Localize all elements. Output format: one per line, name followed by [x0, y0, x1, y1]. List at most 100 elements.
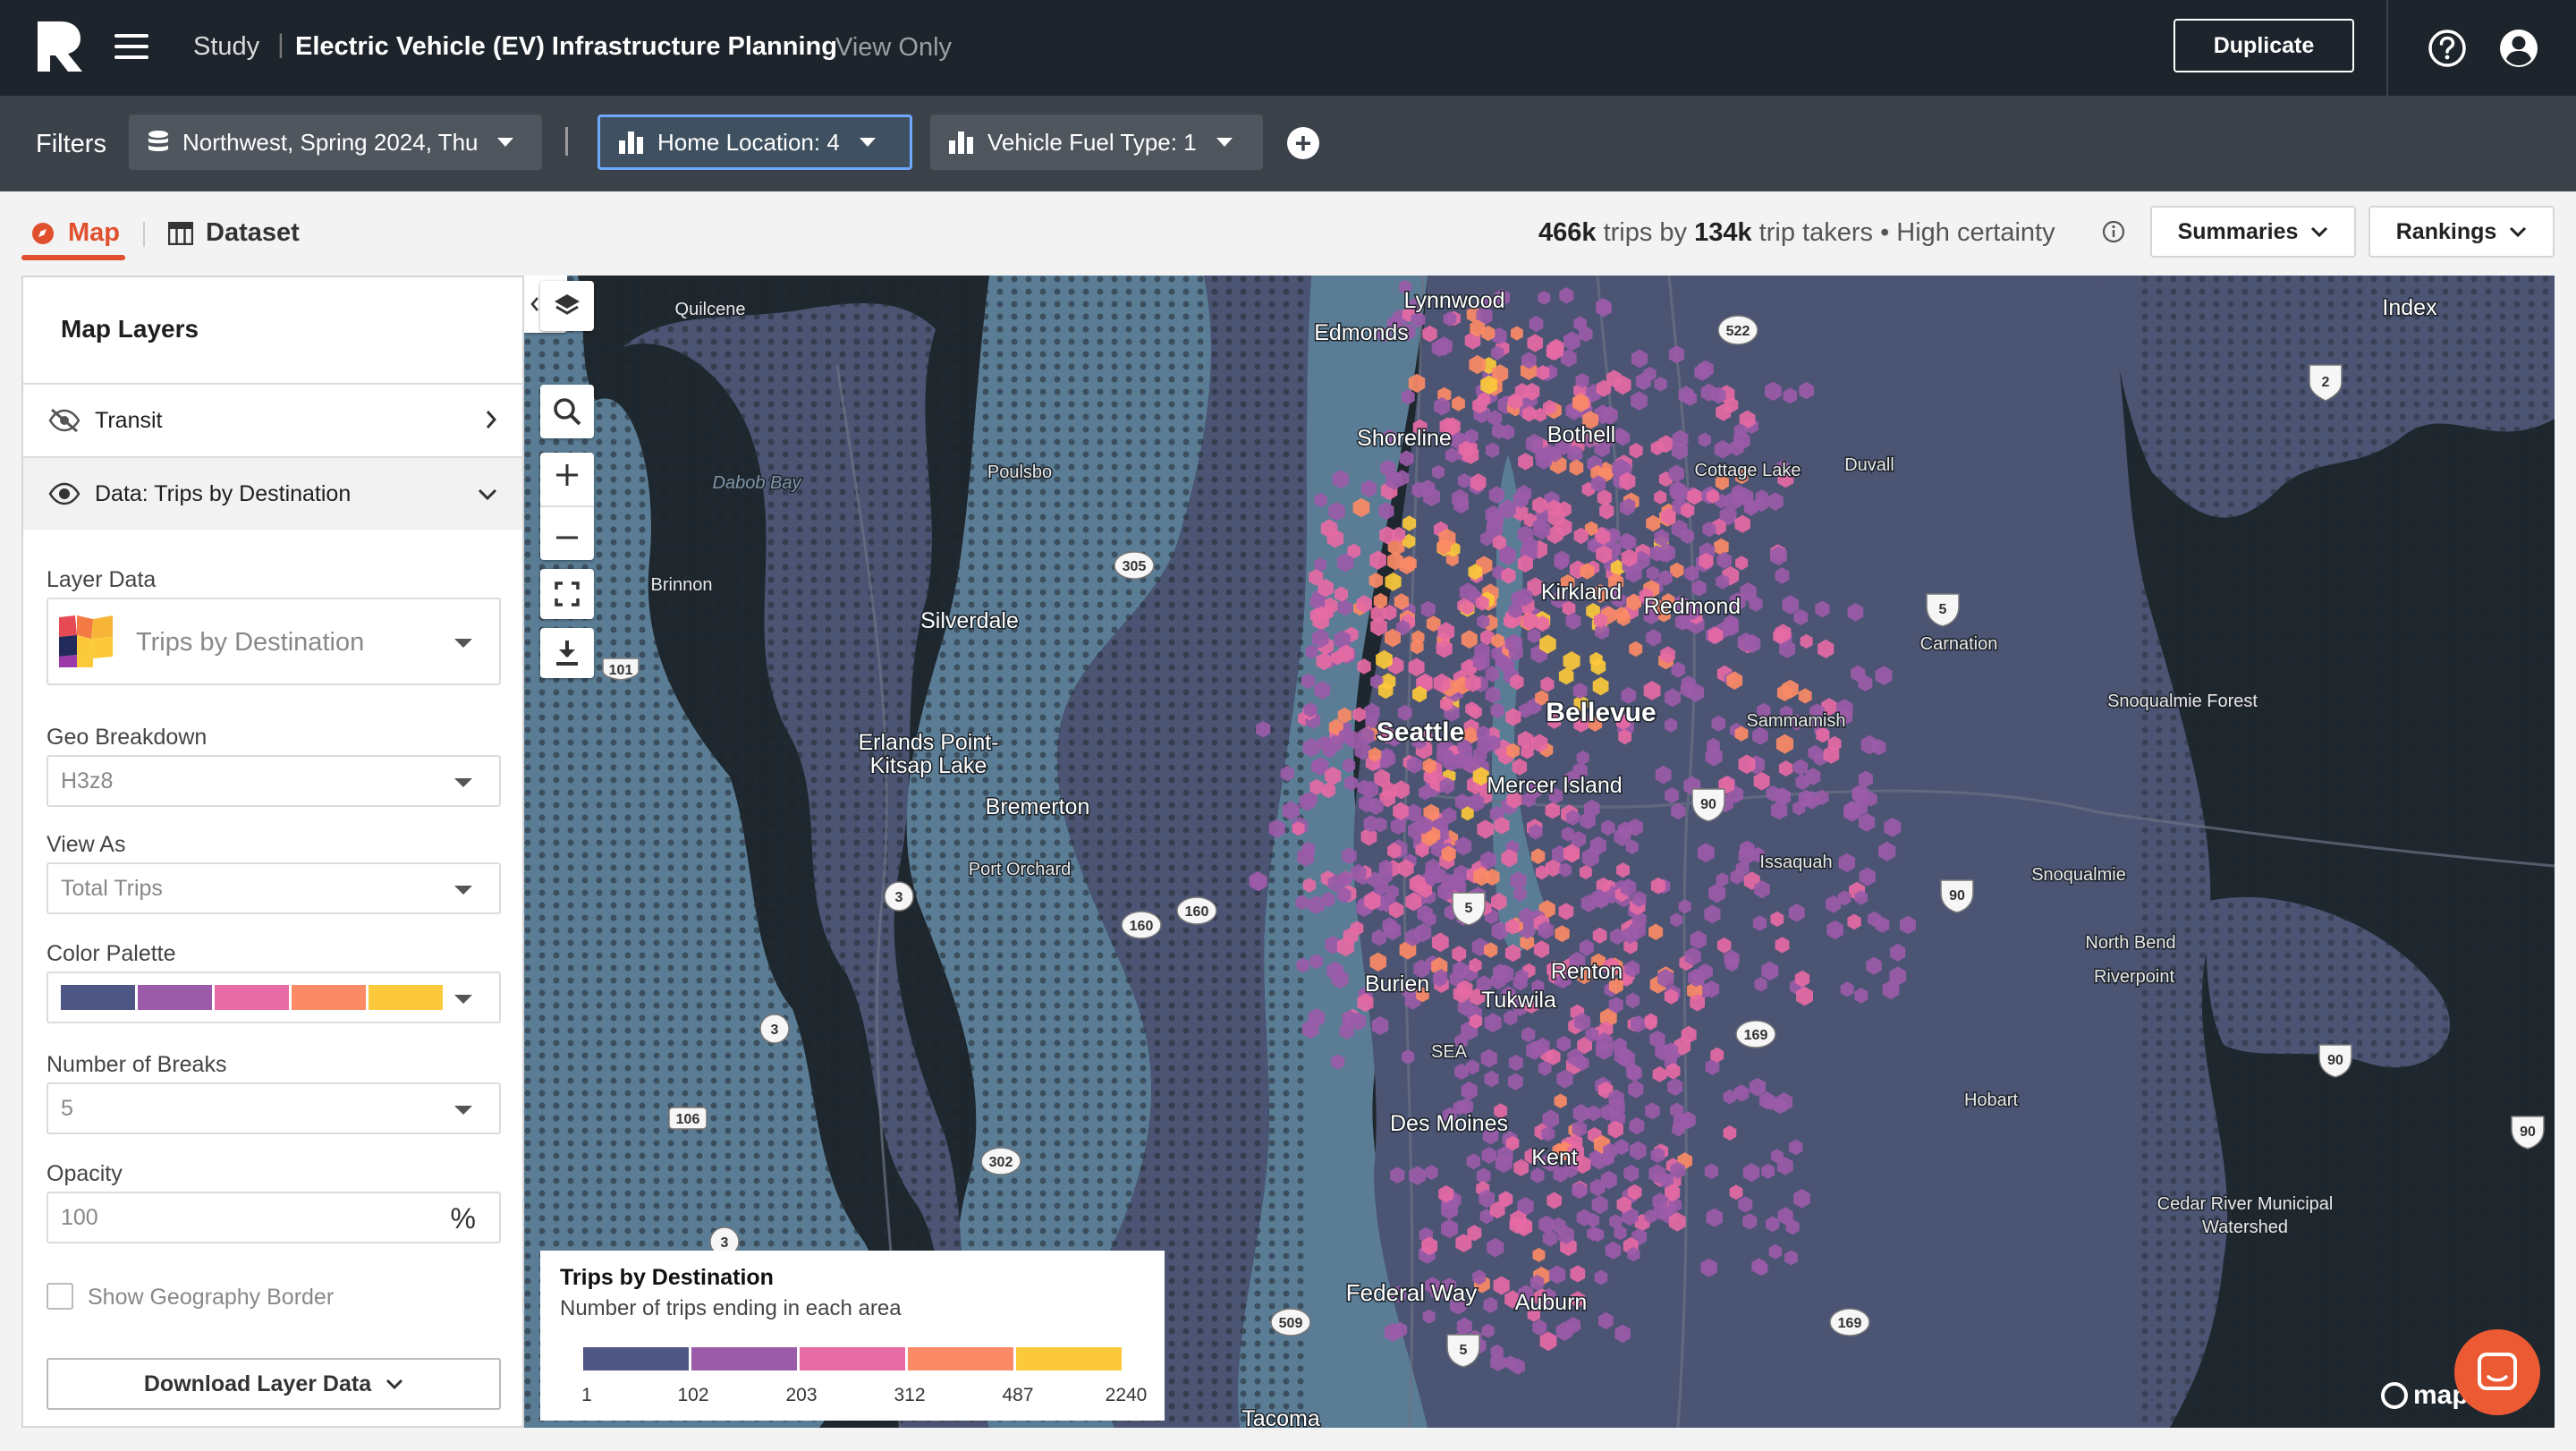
breadcrumb-study[interactable]: Study: [193, 32, 259, 62]
place-label: Erlands Point-: [858, 730, 998, 755]
rural-hex-texture: [2134, 276, 2555, 1428]
place-label: Bellevue: [1546, 698, 1656, 727]
route-shield: 3: [884, 881, 914, 912]
route-shield: 305: [1114, 551, 1155, 580]
legend-tick: 2240: [1105, 1385, 1148, 1405]
menu-icon[interactable]: [114, 34, 148, 59]
route-shield: 169: [1735, 1020, 1776, 1048]
filter-region-date-chip[interactable]: Northwest, Spring 2024, Thu: [129, 115, 542, 170]
place-label: Index: [2382, 295, 2437, 320]
svg-text:160: 160: [1130, 919, 1154, 934]
number-of-breaks-select[interactable]: 5: [47, 1082, 501, 1134]
download-layer-data-button[interactable]: Download Layer Data: [47, 1358, 501, 1410]
add-filter-icon[interactable]: +: [1287, 127, 1319, 159]
opacity-value: 100: [61, 1204, 98, 1230]
chat-support-button[interactable]: [2454, 1329, 2540, 1415]
place-label: Port Orchard: [969, 860, 1071, 879]
app-logo[interactable]: [34, 20, 84, 73]
download-map-button[interactable]: [540, 628, 594, 678]
summaries-button[interactable]: Summaries: [2150, 206, 2356, 258]
help-icon[interactable]: [2428, 29, 2467, 68]
place-label: Edmonds: [1314, 320, 1409, 345]
geo-breakdown-select[interactable]: H3z8: [47, 755, 501, 807]
place-label: Sammamish: [1746, 711, 1845, 731]
top-divider: [2386, 0, 2388, 96]
zoom-in-icon[interactable]: [554, 462, 580, 488]
layer-data-select[interactable]: Trips by Destination: [47, 598, 501, 685]
legend-swatch: [800, 1347, 905, 1370]
filter-separator: [565, 127, 568, 156]
legend-ticks: 1 102 203 312 487 2240: [576, 1385, 1148, 1412]
route-shield: 509: [1270, 1308, 1311, 1336]
view-as-value: Total Trips: [61, 875, 163, 901]
palette-swatch: [369, 985, 443, 1010]
filter-label: Northwest, Spring 2024, Thu: [182, 128, 479, 156]
svg-text:169: 169: [1744, 1028, 1768, 1043]
svg-text:522: 522: [1726, 324, 1750, 339]
geo-breakdown-value: H3z8: [61, 768, 114, 793]
legend-color-bar: [583, 1347, 1122, 1370]
svg-text:305: 305: [1123, 559, 1147, 574]
chevron-down-icon: [2510, 226, 2527, 238]
filter-home-location-chip[interactable]: Home Location: 4: [597, 115, 912, 170]
palette-swatch: [292, 985, 366, 1010]
place-label: Kirkland: [1541, 580, 1622, 605]
legend-swatch: [908, 1347, 1013, 1370]
layers-button[interactable]: [540, 281, 594, 331]
filter-label: Vehicle Fuel Type: 1: [987, 128, 1197, 156]
color-palette-select[interactable]: [47, 972, 501, 1023]
zoom-control[interactable]: [540, 453, 594, 560]
bar-chart-icon: [619, 132, 643, 154]
svg-text:160: 160: [1185, 904, 1209, 920]
svg-text:90: 90: [1949, 888, 1965, 904]
eye-icon: [48, 482, 80, 505]
trip-taker-count: 134k: [1694, 218, 1752, 247]
table-icon: [168, 221, 193, 245]
svg-text:101: 101: [609, 663, 633, 678]
info-icon[interactable]: [2102, 220, 2125, 243]
rankings-button[interactable]: Rankings: [2368, 206, 2555, 258]
fullscreen-icon: [555, 581, 580, 607]
chevron-down-icon: [497, 138, 514, 147]
opacity-input[interactable]: 100 %: [47, 1192, 501, 1243]
chevron-down-icon: [478, 488, 497, 501]
place-label: Carnation: [1920, 634, 1998, 654]
place-label: Silverdale: [920, 608, 1019, 633]
place-label: Bothell: [1547, 422, 1615, 447]
filter-vehicle-fuel-chip[interactable]: Vehicle Fuel Type: 1: [930, 115, 1263, 170]
duplicate-button[interactable]: Duplicate: [2174, 19, 2354, 72]
compass-icon: [32, 222, 54, 244]
user-account-icon[interactable]: [2499, 29, 2538, 68]
place-label: Brinnon: [651, 575, 713, 595]
fullscreen-button[interactable]: [540, 569, 594, 619]
palette-swatch: [138, 985, 212, 1010]
map-canvas[interactable]: 522 2 305 5 101 90 3 160 160 5 90 90 3 1…: [524, 276, 2555, 1428]
svg-text:3: 3: [721, 1235, 729, 1251]
zoom-out-icon[interactable]: [554, 524, 580, 551]
chevron-down-icon: [386, 1379, 403, 1390]
chevron-right-icon: [486, 411, 497, 429]
search-icon: [554, 398, 581, 426]
number-of-breaks-value: 5: [61, 1095, 73, 1121]
layer-row-transit[interactable]: Transit: [23, 385, 522, 456]
view-as-select[interactable]: Total Trips: [47, 862, 501, 914]
svg-text:5: 5: [1939, 602, 1947, 617]
bullet-separator: •: [1880, 218, 1890, 247]
map-search-button[interactable]: [540, 385, 594, 438]
place-label: Cottage Lake: [1695, 461, 1801, 480]
tab-map[interactable]: Map: [30, 218, 120, 248]
certainty-label: High certainty: [1896, 218, 2055, 247]
zoom-divider: [540, 505, 594, 507]
geo-breakdown-label: Geo Breakdown: [47, 725, 208, 750]
route-shield: 3: [759, 1014, 790, 1044]
route-shield: 106: [668, 1107, 708, 1130]
legend-title: Trips by Destination: [560, 1265, 774, 1290]
layer-label: Transit: [95, 407, 163, 433]
top-bar: Study | Electric Vehicle (EV) Infrastruc…: [0, 0, 2576, 96]
show-geography-border-checkbox[interactable]: [47, 1283, 73, 1310]
chat-icon: [2478, 1353, 2517, 1390]
layer-row-trips-by-destination[interactable]: Data: Trips by Destination: [23, 458, 522, 530]
download-icon: [556, 641, 578, 666]
tab-separator: [143, 222, 145, 247]
tab-dataset[interactable]: Dataset: [168, 218, 300, 248]
